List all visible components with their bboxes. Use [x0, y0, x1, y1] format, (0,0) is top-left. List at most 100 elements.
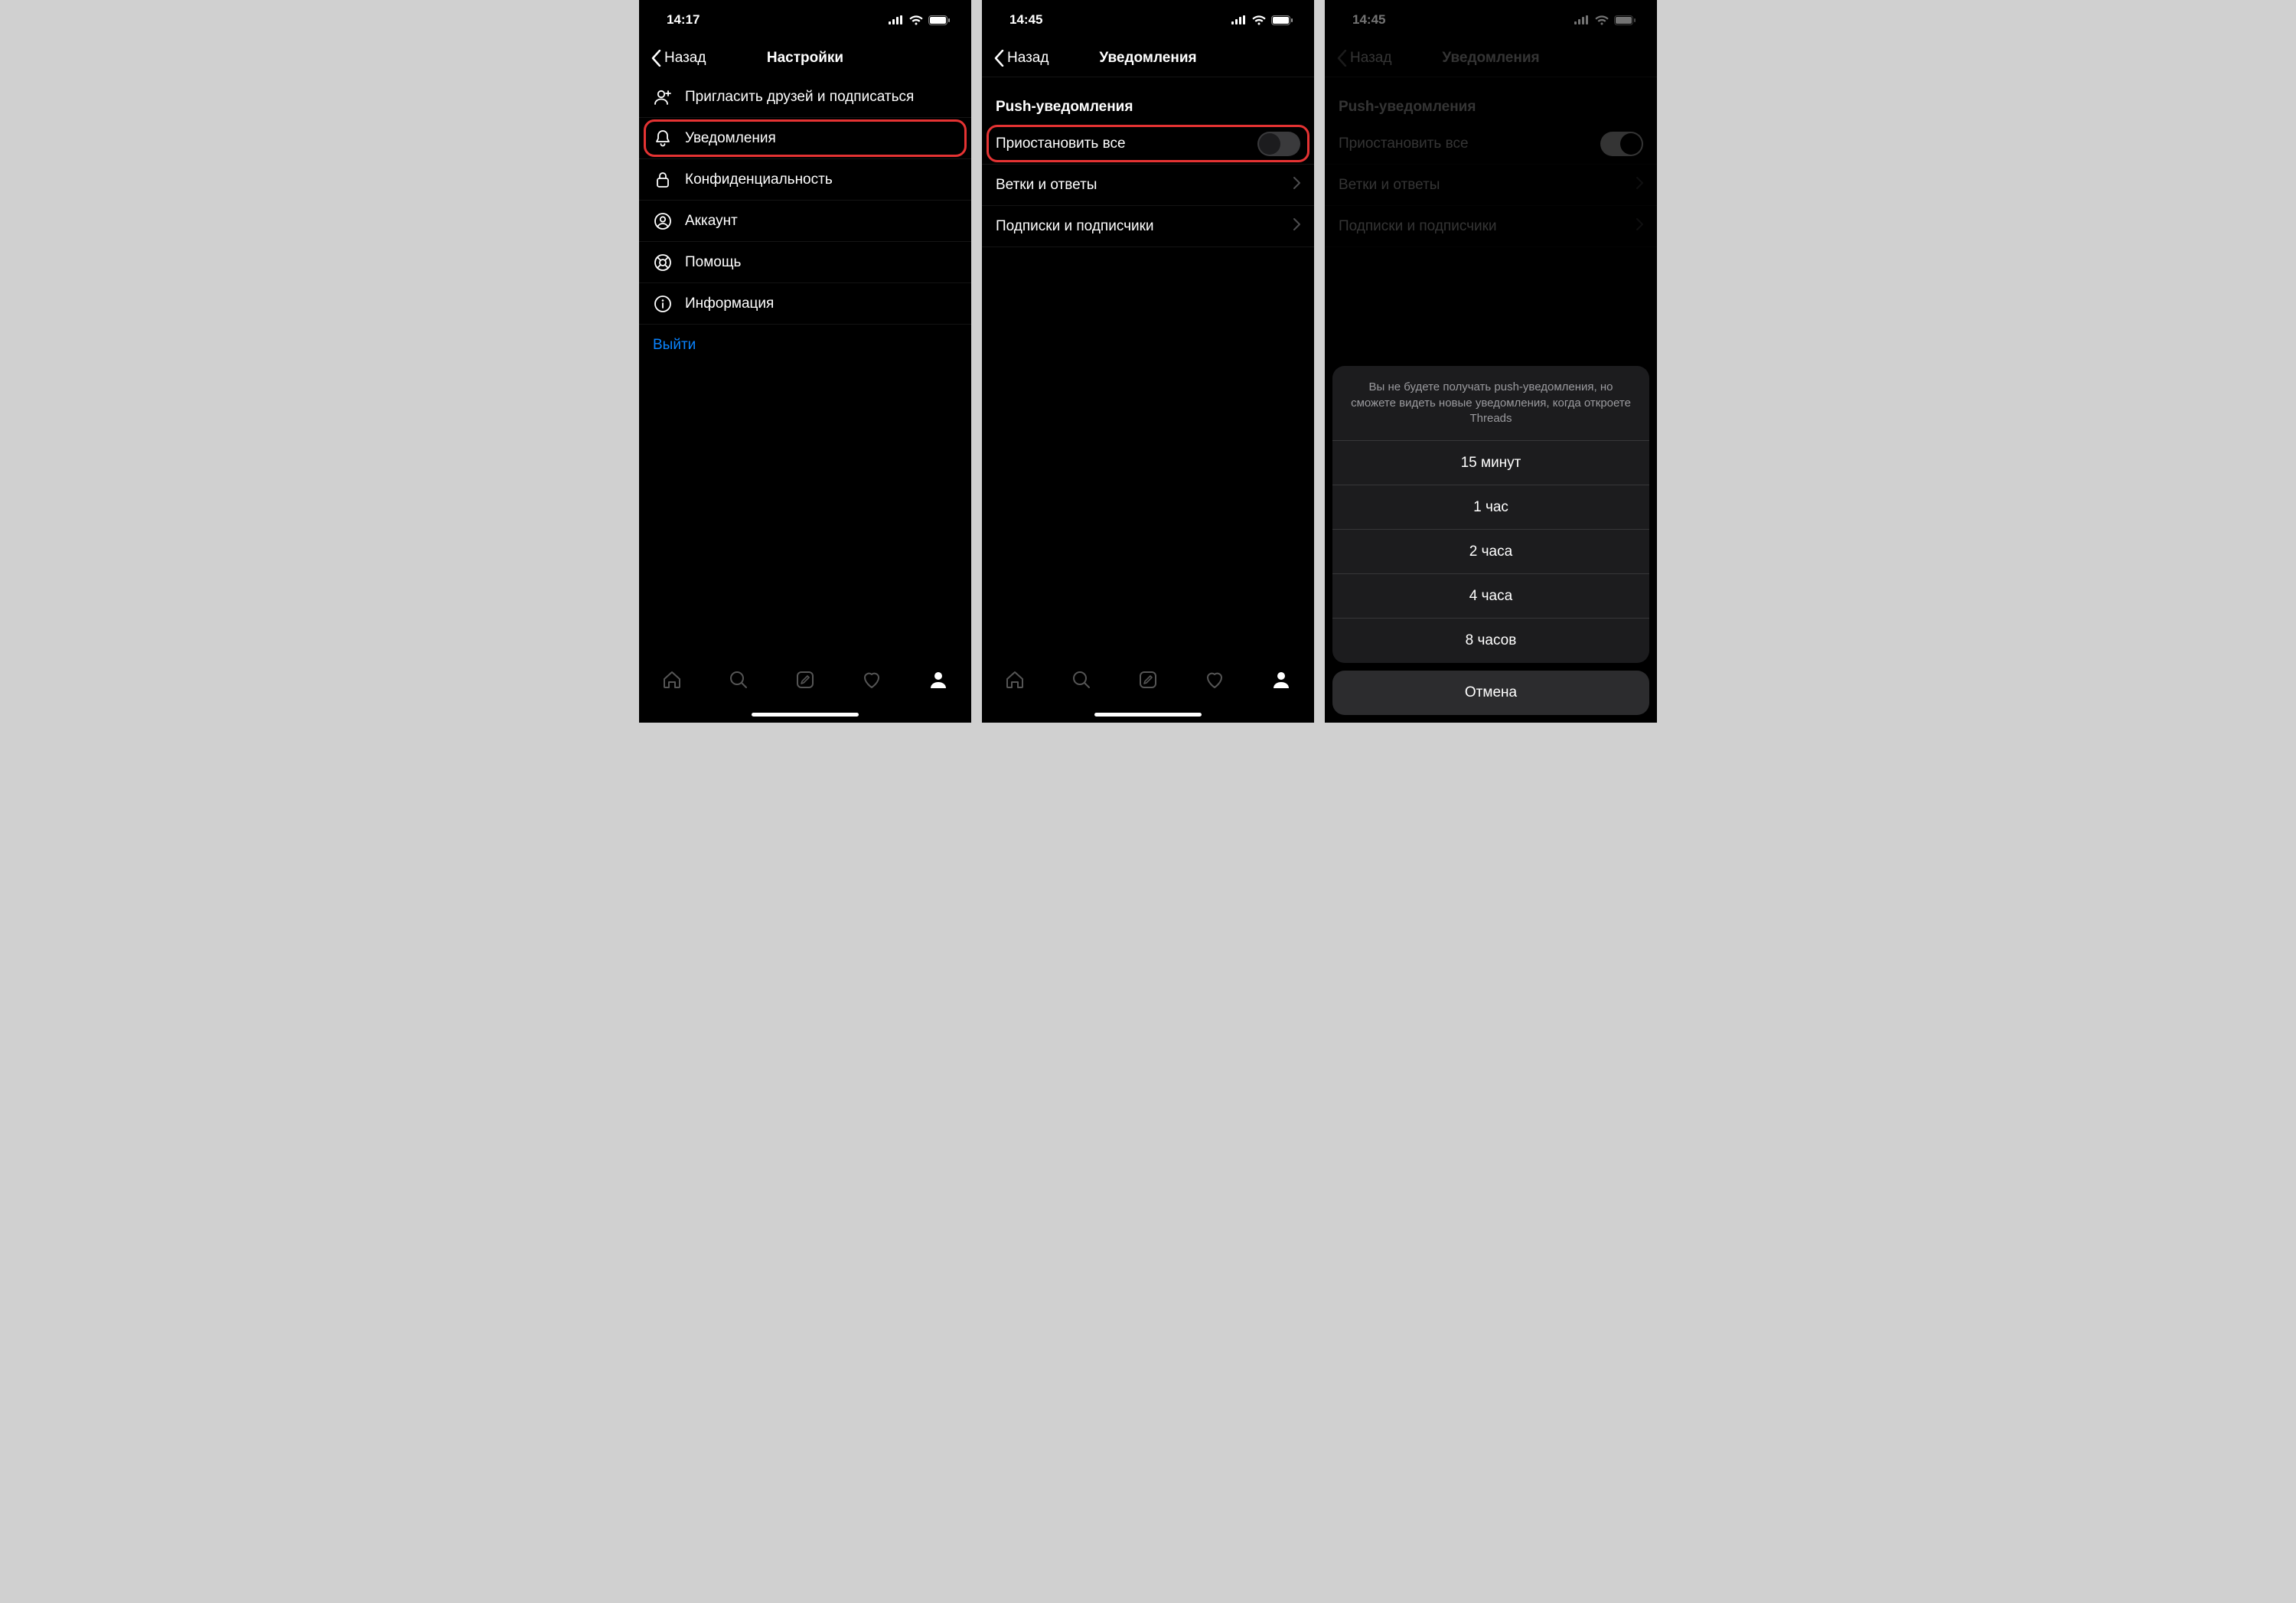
chevron-right-icon: [1636, 218, 1643, 235]
battery-icon: [928, 15, 950, 25]
settings-item-privacy[interactable]: Конфиденциальность: [639, 159, 971, 201]
back-button[interactable]: Назад: [651, 50, 706, 67]
chevron-right-icon: [1636, 177, 1643, 194]
tab-home[interactable]: [654, 669, 690, 690]
row-pause-all[interactable]: Приостановить все: [1325, 123, 1657, 165]
pause-all-toggle[interactable]: [1600, 132, 1643, 156]
notifications-list: Push-уведомления Приостановить все Ветки…: [982, 77, 1314, 658]
home-indicator[interactable]: [752, 713, 859, 717]
sheet-option-2h[interactable]: 2 часа: [1332, 530, 1649, 574]
tab-bar: [982, 658, 1314, 723]
chevron-left-icon: [651, 50, 661, 67]
action-sheet-group: Вы не будете получать push-уведомления, …: [1332, 366, 1649, 663]
row-pause-all[interactable]: Приостановить все: [982, 123, 1314, 165]
bell-icon: [653, 129, 673, 149]
settings-item-notifications[interactable]: Уведомления: [639, 118, 971, 159]
tab-activity[interactable]: [1196, 669, 1233, 690]
chevron-left-icon: [994, 50, 1004, 67]
pause-all-toggle[interactable]: [1257, 132, 1300, 156]
wifi-icon: [1252, 15, 1266, 25]
back-label: Назад: [1350, 50, 1391, 67]
status-icons: [1574, 15, 1636, 25]
back-label: Назад: [1007, 50, 1049, 67]
sheet-cancel-button[interactable]: Отмена: [1332, 671, 1649, 715]
settings-item-label: Пригласить друзей и подписаться: [685, 89, 957, 106]
chevron-right-icon: [1293, 218, 1300, 235]
settings-item-help[interactable]: Помощь: [639, 242, 971, 283]
settings-item-label: Конфиденциальность: [685, 171, 957, 188]
back-button[interactable]: Назад: [1337, 50, 1391, 67]
info-icon: [653, 294, 673, 314]
settings-item-label: Аккаунт: [685, 213, 957, 230]
tab-bar: [639, 658, 971, 723]
sheet-option-4h[interactable]: 4 часа: [1332, 574, 1649, 619]
tab-profile[interactable]: [920, 669, 957, 690]
settings-list: Пригласить друзей и подписаться Уведомле…: [639, 77, 971, 658]
wifi-icon: [1595, 15, 1609, 25]
help-icon: [653, 253, 673, 273]
status-bar: 14:17: [639, 0, 971, 40]
tab-profile[interactable]: [1263, 669, 1300, 690]
status-icons: [1231, 15, 1293, 25]
row-threads-replies[interactable]: Ветки и ответы: [1325, 165, 1657, 206]
chevron-left-icon: [1337, 50, 1347, 67]
battery-icon: [1614, 15, 1636, 25]
logout-label: Выйти: [653, 337, 957, 354]
back-label: Назад: [664, 50, 706, 67]
row-threads-replies[interactable]: Ветки и ответы: [982, 165, 1314, 206]
chevron-right-icon: [1293, 177, 1300, 194]
row-following-followers[interactable]: Подписки и подписчики: [1325, 206, 1657, 247]
tab-search[interactable]: [1063, 669, 1100, 690]
page-title: Настройки: [767, 50, 843, 67]
status-time: 14:45: [1352, 12, 1385, 28]
wifi-icon: [909, 15, 923, 25]
status-time: 14:17: [667, 12, 700, 28]
account-icon: [653, 211, 673, 231]
row-label: Подписки и подписчики: [1339, 218, 1624, 235]
screen-notifications: 14:45 Назад Уведомления Push-уведомления…: [982, 0, 1314, 723]
row-label: Ветки и ответы: [1339, 177, 1624, 194]
page-title: Уведомления: [1099, 50, 1196, 67]
row-label: Ветки и ответы: [996, 177, 1281, 194]
settings-item-label: Информация: [685, 295, 957, 312]
nav-header: Назад Уведомления: [1325, 40, 1657, 77]
tab-home[interactable]: [996, 669, 1033, 690]
row-label: Подписки и подписчики: [996, 218, 1281, 235]
tab-activity[interactable]: [853, 669, 890, 690]
status-bar: 14:45: [1325, 0, 1657, 40]
row-following-followers[interactable]: Подписки и подписчики: [982, 206, 1314, 247]
tab-search[interactable]: [720, 669, 757, 690]
back-button[interactable]: Назад: [994, 50, 1049, 67]
section-header-push: Push-уведомления: [982, 77, 1314, 123]
action-sheet: Вы не будете получать push-уведомления, …: [1332, 366, 1649, 715]
battery-icon: [1271, 15, 1293, 25]
lock-icon: [653, 170, 673, 190]
cellular-icon: [1574, 15, 1590, 24]
tab-compose[interactable]: [1130, 669, 1166, 690]
sheet-option-15min[interactable]: 15 минут: [1332, 441, 1649, 485]
screen-settings: 14:17 Назад Настройки Пригласить друзей …: [639, 0, 971, 723]
cellular-icon: [1231, 15, 1247, 24]
status-icons: [889, 15, 950, 25]
settings-item-label: Уведомления: [685, 130, 957, 147]
settings-item-label: Помощь: [685, 254, 957, 271]
screen-notifications-sheet: 14:45 Назад Уведомления Push-уведомления…: [1325, 0, 1657, 723]
tab-compose[interactable]: [787, 669, 823, 690]
section-header-push: Push-уведомления: [1325, 77, 1657, 123]
logout-button[interactable]: Выйти: [639, 325, 971, 366]
home-indicator[interactable]: [1094, 713, 1202, 717]
nav-header: Назад Уведомления: [982, 40, 1314, 77]
settings-item-about[interactable]: Информация: [639, 283, 971, 325]
settings-item-account[interactable]: Аккаунт: [639, 201, 971, 242]
row-label: Приостановить все: [996, 135, 1245, 152]
action-sheet-message: Вы не будете получать push-уведомления, …: [1332, 366, 1649, 441]
status-bar: 14:45: [982, 0, 1314, 40]
settings-item-invite[interactable]: Пригласить друзей и подписаться: [639, 77, 971, 118]
invite-icon: [653, 87, 673, 107]
status-time: 14:45: [1009, 12, 1042, 28]
sheet-option-8h[interactable]: 8 часов: [1332, 619, 1649, 663]
page-title: Уведомления: [1442, 50, 1539, 67]
nav-header: Назад Настройки: [639, 40, 971, 77]
cellular-icon: [889, 15, 904, 24]
sheet-option-1h[interactable]: 1 час: [1332, 485, 1649, 530]
